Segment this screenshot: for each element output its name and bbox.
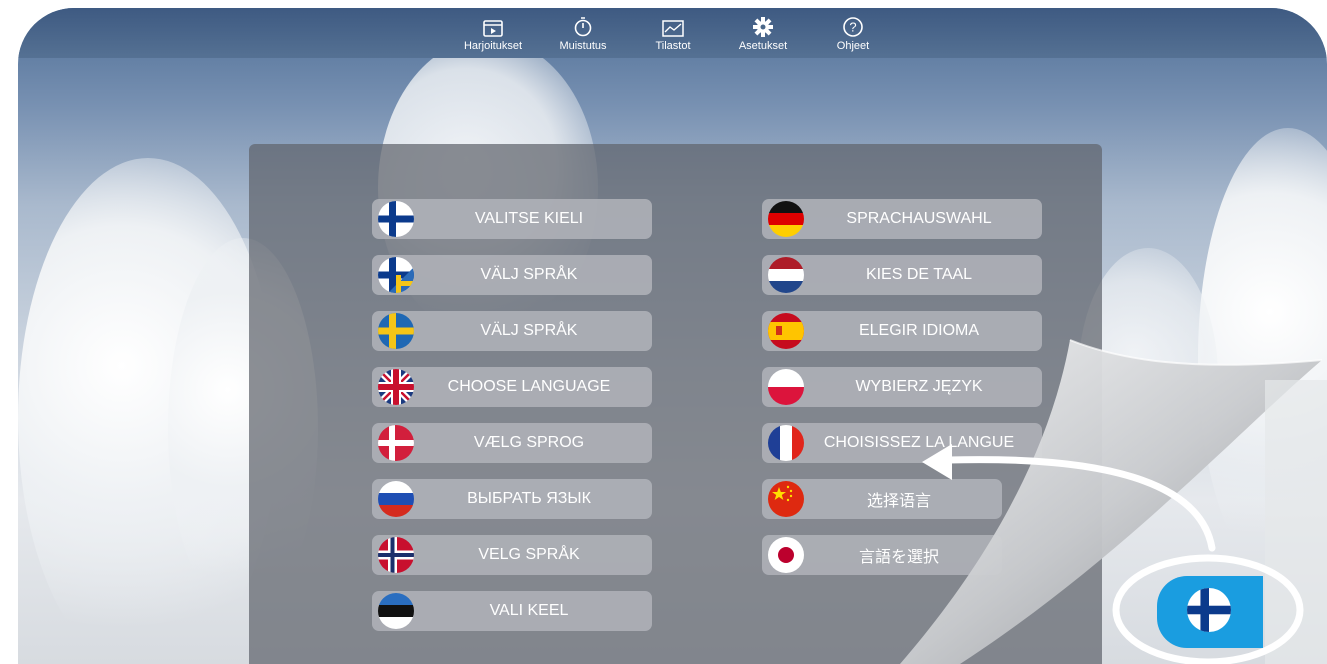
finland-flag-icon bbox=[1187, 588, 1231, 632]
annotation-arrow bbox=[922, 444, 1304, 664]
